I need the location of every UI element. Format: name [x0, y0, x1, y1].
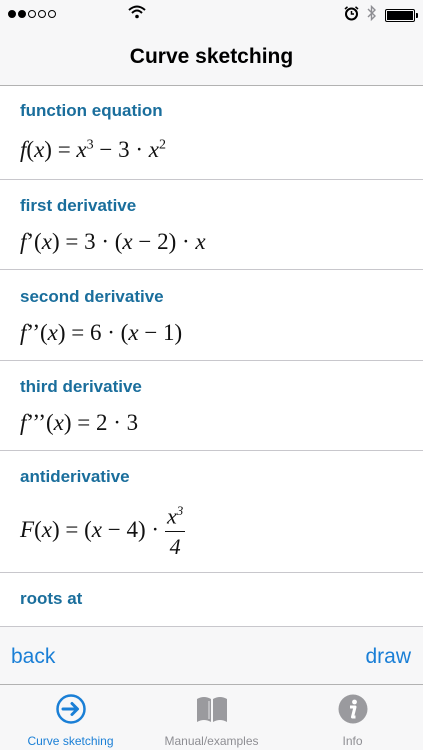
row-label: first derivative [20, 196, 137, 215]
book-icon [194, 693, 230, 730]
tab-label: Manual/examples [164, 734, 259, 748]
battery-icon [385, 9, 418, 22]
list-item-roots: roots at [0, 573, 423, 626]
tab-curve-sketching[interactable]: Curve sketching [0, 685, 141, 750]
row-label: roots at [20, 589, 83, 608]
arrow-circle-icon [55, 693, 87, 730]
page-title: Curve sketching [129, 44, 294, 68]
list-item-antiderivative: antiderivative F(x) = (x − 4) · x3 4 [0, 451, 423, 573]
alarm-icon [344, 5, 359, 26]
bluetooth-icon [367, 4, 377, 26]
tab-bar: Curve sketching Manual/examples Info [0, 684, 423, 750]
wifi-icon [128, 5, 146, 24]
formula-third-derivative: f’’’(x) = 2 · 3 [20, 410, 139, 435]
formula-function-equation: f(x) = x3 − 3 · x2 [20, 137, 166, 162]
formula-antiderivative: F(x) = (x − 4) · x3 4 [20, 503, 186, 560]
info-icon [337, 693, 369, 730]
row-label: third derivative [20, 377, 142, 396]
back-button[interactable]: back [11, 645, 55, 669]
list-item-first-derivative: first derivative f’(x) = 3 · (x − 2) · x [0, 180, 423, 270]
row-label: function equation [20, 101, 163, 120]
navigation-bar: Curve sketching [0, 28, 423, 86]
tab-manual-examples[interactable]: Manual/examples [141, 685, 282, 750]
formula-second-derivative: f’’(x) = 6 · (x − 1) [20, 320, 183, 345]
action-toolbar: back draw [0, 626, 423, 684]
row-label: second derivative [20, 287, 164, 306]
list-item-function-equation: function equation f(x) = x3 − 3 · x2 [0, 87, 423, 180]
tab-info[interactable]: Info [282, 685, 423, 750]
formula-first-derivative: f’(x) = 3 · (x − 2) · x [20, 229, 206, 254]
list-item-second-derivative: second derivative f’’(x) = 6 · (x − 1) [0, 270, 423, 361]
status-bar [0, 0, 423, 28]
draw-button[interactable]: draw [365, 645, 411, 669]
tab-label: Info [342, 734, 363, 748]
list-item-third-derivative: third derivative f’’’(x) = 2 · 3 [0, 361, 423, 451]
results-list[interactable]: function equation f(x) = x3 − 3 · x2 fir… [0, 87, 423, 626]
signal-strength-icon [8, 10, 56, 18]
row-label: antiderivative [20, 467, 130, 486]
tab-label: Curve sketching [27, 734, 114, 748]
